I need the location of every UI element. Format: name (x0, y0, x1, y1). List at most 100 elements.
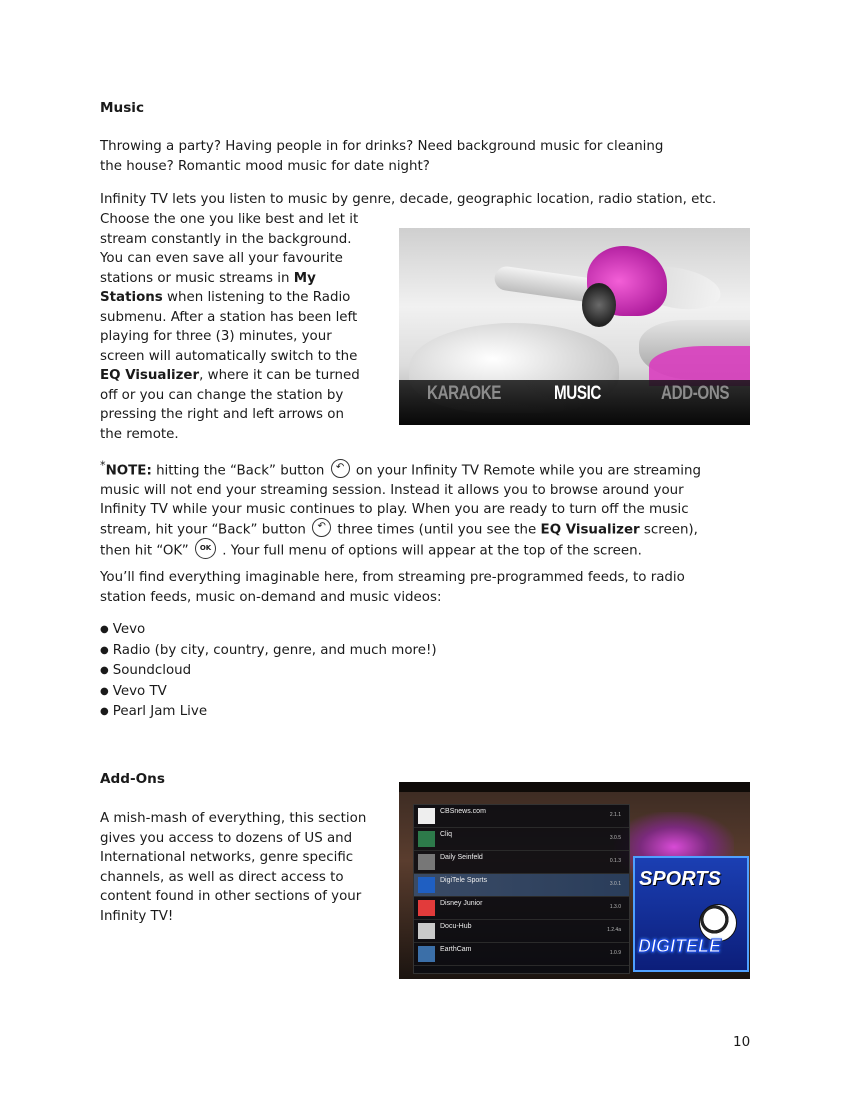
menu-add-ons: ADD-ONS (661, 383, 730, 404)
addon-version: 2.1.1 (609, 812, 621, 818)
para-line: EQ Visualizer, where it can be turned (100, 366, 390, 386)
para-line: screen will automatically switch to the (100, 348, 358, 364)
addon-row: Daily Seinfeld 0.1.3 (414, 851, 629, 874)
eq-visualizer-label: EQ Visualizer (100, 368, 200, 383)
back-arrow-icon: ↶ (312, 517, 332, 537)
para-line: submenu. After a station has been left (100, 309, 358, 325)
list-item: Vevo (100, 620, 437, 641)
addon-logo (418, 877, 435, 893)
addons-paragraph: A mish-mash of everything, this section … (100, 809, 390, 926)
addon-logo (418, 900, 435, 916)
list-item: Vevo TV (100, 682, 437, 703)
find-paragraph: You’ll find everything imaginable here, … (100, 568, 760, 607)
para-text: when listening to the Radio (162, 290, 351, 305)
music-para2-body: Choose the one you like best and let it … (100, 210, 390, 444)
find-line-2: station feeds, music on-demand and music… (100, 589, 442, 605)
addon-name: DigiTele Sports (440, 877, 488, 884)
note-line-4: stream, hit your “Back” button ↶ three t… (100, 517, 760, 540)
music-heading: Music (100, 100, 145, 116)
image-menu-bar: KARAOKE MUSIC ADD-ONS (399, 380, 750, 425)
menu-music: MUSIC (554, 383, 601, 404)
addon-version: 1.3.0 (609, 904, 621, 910)
addon-logo (418, 808, 435, 824)
note-text: stream, hit your “Back” button (100, 522, 311, 538)
addon-row: Disney Junior 1.3.0 (414, 897, 629, 920)
addon-row: Cliq 3.0.5 (414, 828, 629, 851)
addon-name: EarthCam (440, 946, 472, 953)
addon-logo (418, 946, 435, 962)
para-line: the remote. (100, 426, 179, 442)
addon-logo (418, 831, 435, 847)
addon-name: Cliq (440, 831, 453, 838)
para-line: playing for three (3) minutes, your (100, 329, 332, 344)
music-para2-first: Infinity TV lets you listen to music by … (100, 192, 717, 207)
para-line: Stations when listening to the Radio (100, 288, 390, 308)
page-number: 10 (733, 1034, 751, 1050)
my-stations-label-2: Stations (100, 290, 163, 305)
headphones-icon (582, 283, 616, 327)
addon-row-selected: DigiTele Sports 3.0.1 (414, 874, 629, 897)
note-line-1: *NOTE: hitting the “Back” button ↶ on yo… (100, 456, 760, 481)
find-line-1: You’ll find everything imaginable here, … (100, 570, 685, 585)
my-stations-label: My (293, 270, 316, 286)
para-line: channels, as well as direct access to (100, 869, 344, 885)
addon-name: Docu-Hub (440, 923, 472, 930)
back-arrow-icon: ↶ (330, 458, 350, 478)
addon-version: 1.0.9 (609, 950, 621, 956)
image-top-bar (399, 782, 750, 792)
addon-name: CBSnews.com (440, 808, 486, 815)
note-line-2: music will not end your streaming sessio… (100, 482, 684, 498)
note-label: NOTE: (105, 463, 152, 479)
para-line: International networks, genre specific (100, 850, 354, 865)
para-line: Infinity TV! (100, 908, 174, 924)
eq-visualizer-label: EQ Visualizer (540, 522, 640, 538)
para-line: pressing the right and left arrows on (100, 407, 344, 422)
note-text: on your Infinity TV Remote while you are… (351, 463, 701, 479)
banner-digitele-text: DIGITELE (637, 936, 722, 957)
para-line: stream constantly in the background. (100, 231, 352, 247)
intro-line-2: the house? Romantic mood music for date … (100, 158, 430, 174)
addon-version: 1.2.4a (607, 927, 621, 933)
note-text: . Your full menu of options will appear … (218, 543, 642, 559)
note-line-3: Infinity TV while your music continues t… (100, 502, 689, 518)
note-line-5: then hit “OK” OK . Your full menu of opt… (100, 537, 760, 561)
addon-logo (418, 854, 435, 870)
para-line: You can even save all your favourite (100, 251, 343, 266)
para-text: , where it can be turned (199, 368, 360, 383)
note-text: screen), (639, 522, 698, 538)
addon-version: 0.1.3 (609, 858, 621, 864)
addon-row: CBSnews.com 2.1.1 (414, 805, 629, 828)
banner-sports-text: SPORTS (639, 868, 721, 890)
note-text: hitting the “Back” button (151, 463, 329, 479)
music-bullet-list: Vevo Radio (by city, country, genre, and… (100, 620, 437, 723)
menu-karaoke: KARAOKE (427, 383, 502, 404)
addons-screenshot-image: CBSnews.com 2.1.1 Cliq 3.0.5 Daily Seinfel… (399, 782, 750, 979)
note-text: then hit “OK” (100, 543, 193, 559)
list-item: Radio (by city, country, genre, and much… (100, 641, 437, 662)
para-line: Choose the one you like best and let it (100, 212, 359, 227)
digitele-sports-banner: SPORTS DIGITELE (633, 856, 749, 972)
para-line: stations or music streams in My (100, 269, 390, 289)
para-line: content found in other sections of your (100, 889, 362, 904)
para-text: stations or music streams in (100, 270, 294, 286)
para-line: gives you access to dozens of US and (100, 830, 353, 846)
addon-name: Disney Junior (440, 900, 483, 907)
note-text: three times (until you see the (333, 522, 541, 538)
addon-version: 3.0.1 (609, 881, 621, 887)
para-line: A mish-mash of everything, this section (100, 811, 367, 826)
addon-version: 3.0.5 (609, 835, 621, 841)
intro-line-1: Throwing a party? Having people in for d… (100, 139, 664, 154)
addons-heading: Add-Ons (100, 771, 165, 787)
addon-logo (418, 923, 435, 939)
list-item: Pearl Jam Live (100, 702, 437, 723)
addon-name: Daily Seinfeld (440, 854, 483, 861)
addon-row: Docu-Hub 1.2.4a (414, 920, 629, 943)
note-paragraph: *NOTE: hitting the “Back” button ↶ on yo… (100, 456, 760, 561)
para-line: off or you can change the station by (100, 387, 344, 403)
addon-list-panel: CBSnews.com 2.1.1 Cliq 3.0.5 Daily Seinfel… (413, 804, 630, 974)
ok-button-icon: OK (195, 537, 216, 559)
list-item: Soundcloud (100, 661, 437, 682)
addon-row: EarthCam 1.0.9 (414, 943, 629, 966)
music-intro: Throwing a party? Having people in for d… (100, 137, 720, 176)
music-screenshot-image: KARAOKE MUSIC ADD-ONS (399, 228, 750, 425)
